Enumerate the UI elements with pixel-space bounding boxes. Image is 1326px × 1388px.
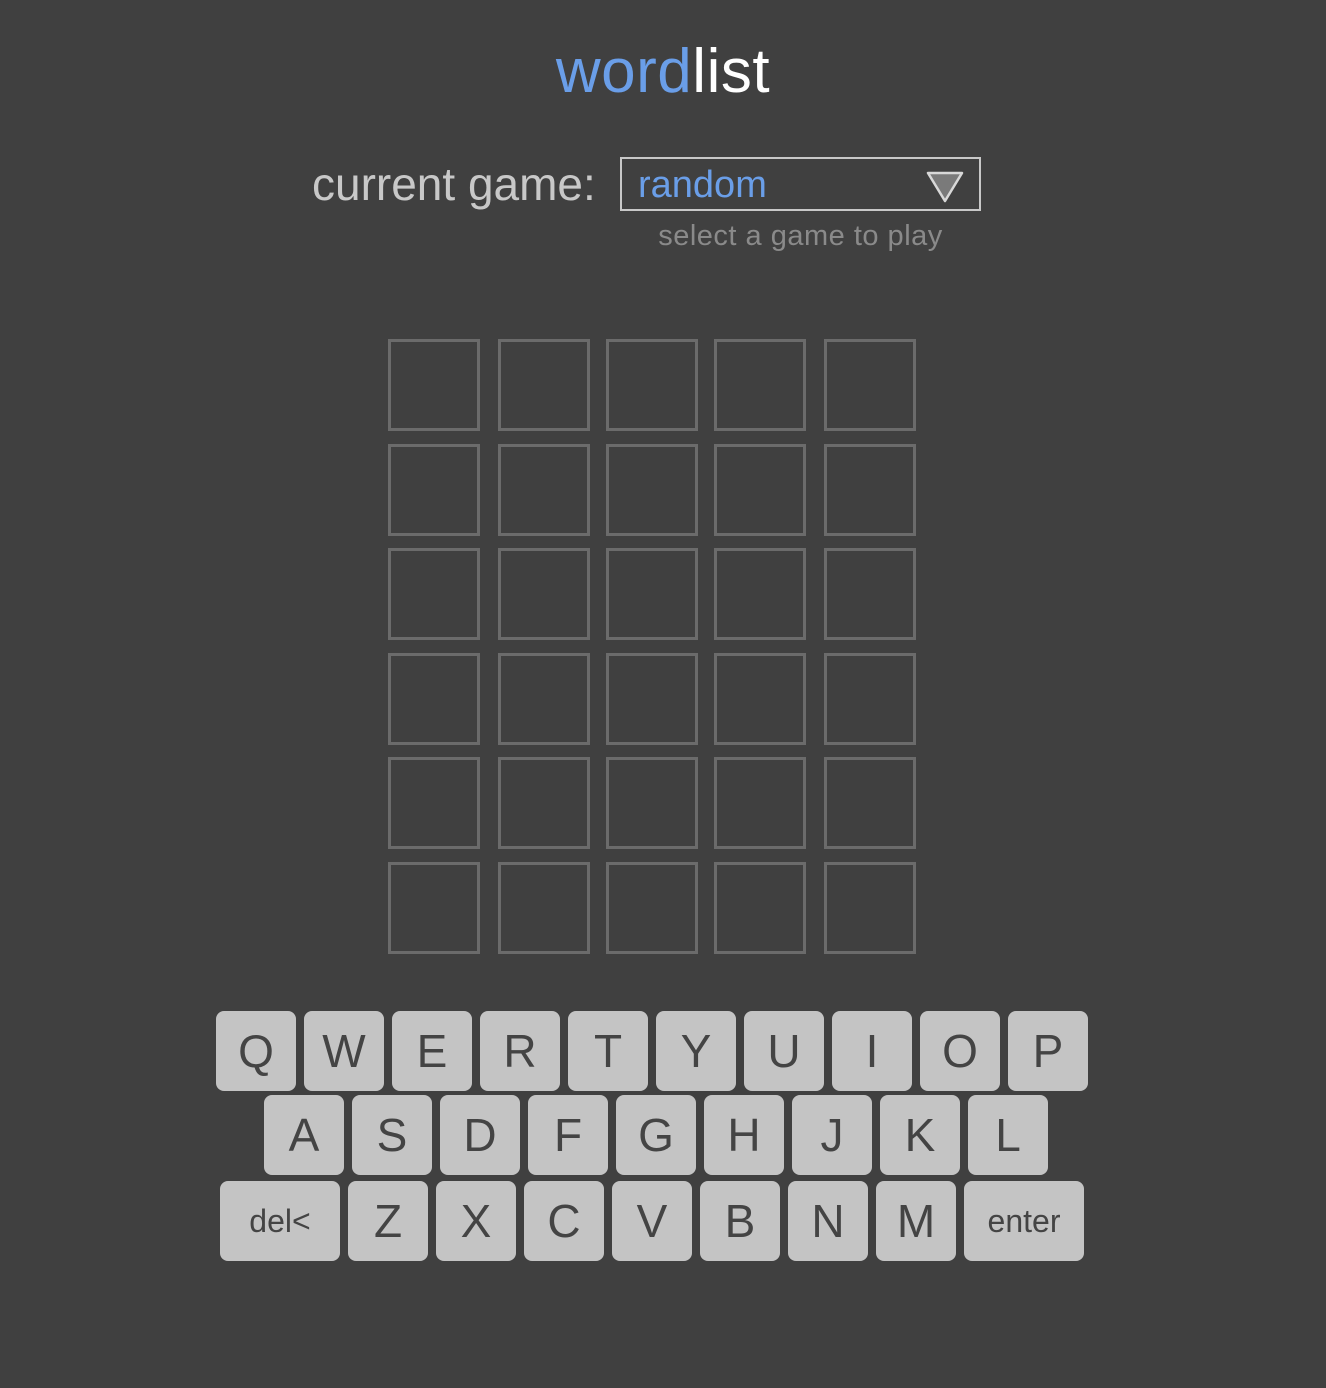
key-o[interactable]: O <box>920 1011 1000 1091</box>
board-tile <box>606 339 698 431</box>
key-k[interactable]: K <box>880 1095 960 1175</box>
key-n[interactable]: N <box>788 1181 868 1261</box>
key-r[interactable]: R <box>480 1011 560 1091</box>
board-tile <box>714 653 806 745</box>
board-tile <box>714 339 806 431</box>
key-i[interactable]: I <box>832 1011 912 1091</box>
board-tile <box>498 339 590 431</box>
board-tile <box>824 339 916 431</box>
board-tile <box>388 653 480 745</box>
key-delete[interactable]: del< <box>220 1181 340 1261</box>
key-m[interactable]: M <box>876 1181 956 1261</box>
key-s[interactable]: S <box>352 1095 432 1175</box>
board-tile <box>498 757 590 849</box>
board-tile <box>498 548 590 640</box>
game-select-helper-text: select a game to play <box>658 220 943 252</box>
board-tile <box>388 339 480 431</box>
key-h[interactable]: H <box>704 1095 784 1175</box>
key-q[interactable]: Q <box>216 1011 296 1091</box>
app-title: wordlist <box>0 36 1326 108</box>
board-tile <box>714 862 806 954</box>
board-tile <box>824 757 916 849</box>
board-tile <box>714 548 806 640</box>
board-tile <box>388 548 480 640</box>
key-y[interactable]: Y <box>656 1011 736 1091</box>
key-b[interactable]: B <box>700 1181 780 1261</box>
board-tile <box>388 444 480 536</box>
key-p[interactable]: P <box>1008 1011 1088 1091</box>
board-tile <box>824 548 916 640</box>
board-tile <box>824 653 916 745</box>
title-part-word: word <box>555 37 693 106</box>
key-a[interactable]: A <box>264 1095 344 1175</box>
board-tile <box>606 653 698 745</box>
key-f[interactable]: F <box>528 1095 608 1175</box>
key-j[interactable]: J <box>792 1095 872 1175</box>
board-tile <box>606 444 698 536</box>
key-w[interactable]: W <box>304 1011 384 1091</box>
key-enter[interactable]: enter <box>964 1181 1084 1261</box>
board-tile <box>824 444 916 536</box>
key-z[interactable]: Z <box>348 1181 428 1261</box>
wordlist-game: wordlist current game: random select a g… <box>0 0 1326 1388</box>
key-x[interactable]: X <box>436 1181 516 1261</box>
board-tile <box>606 862 698 954</box>
chevron-down-icon <box>926 171 964 203</box>
board-tile <box>498 862 590 954</box>
game-select-dropdown[interactable]: random <box>620 157 981 211</box>
board-tile <box>606 548 698 640</box>
board-tile <box>714 757 806 849</box>
board-tile <box>498 653 590 745</box>
game-select-value: random <box>638 164 767 206</box>
key-l[interactable]: L <box>968 1095 1048 1175</box>
board-tile <box>388 757 480 849</box>
board-tile <box>606 757 698 849</box>
board-tile <box>714 444 806 536</box>
key-d[interactable]: D <box>440 1095 520 1175</box>
key-e[interactable]: E <box>392 1011 472 1091</box>
title-part-list: list <box>692 37 771 106</box>
key-c[interactable]: C <box>524 1181 604 1261</box>
key-t[interactable]: T <box>568 1011 648 1091</box>
key-u[interactable]: U <box>744 1011 824 1091</box>
board-tile <box>824 862 916 954</box>
board-tile <box>498 444 590 536</box>
key-v[interactable]: V <box>612 1181 692 1261</box>
key-g[interactable]: G <box>616 1095 696 1175</box>
board-tile <box>388 862 480 954</box>
current-game-label: current game: <box>312 158 596 210</box>
